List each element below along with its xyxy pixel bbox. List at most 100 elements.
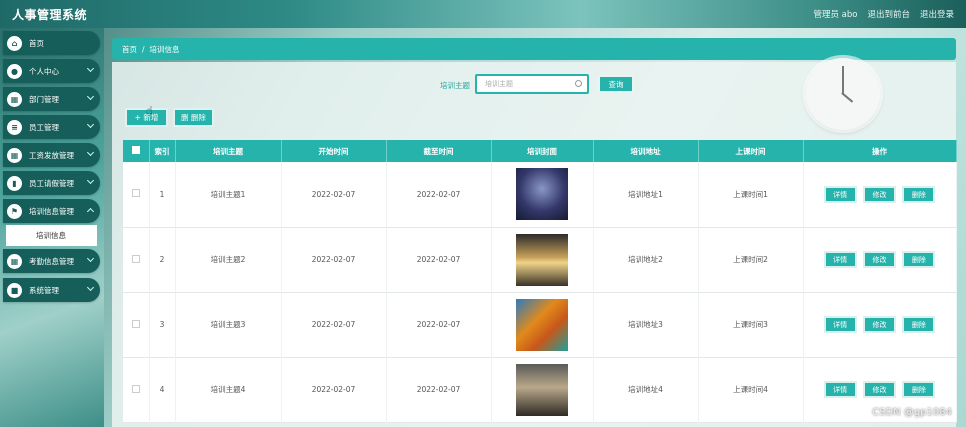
chevron-down-icon: [86, 283, 95, 292]
logout-link[interactable]: 退出登录: [920, 8, 954, 20]
column-header: 索引: [149, 140, 176, 162]
column-header: 培训地址: [593, 140, 699, 162]
search-button[interactable]: 查询: [598, 75, 634, 93]
edit-button[interactable]: 修改: [863, 185, 896, 203]
breadcrumb: 首页 / 培训信息: [112, 38, 956, 60]
detail-button[interactable]: 详情: [823, 316, 857, 333]
table-header-row: 索引 培训主题 开始时间 截至时间 培训封面 培训地址 上课时间 操作: [123, 140, 957, 162]
sidebar-item-home[interactable]: ⌂ 首页: [3, 31, 100, 55]
row-index: 2: [149, 227, 176, 292]
row-topic: 培训主题2: [175, 227, 282, 292]
row-checkbox[interactable]: [131, 189, 140, 198]
row-class-time: 上课时间1: [698, 162, 804, 227]
column-header: 上课时间: [698, 140, 804, 162]
flag-icon: ⚑: [7, 203, 22, 219]
admin-user-label[interactable]: 管理员 abo: [813, 8, 857, 20]
select-all-checkbox[interactable]: [123, 140, 150, 162]
table-row: 4 培训主题4 2022-02-07 2022-02-07 培训地址4 上课时间…: [123, 357, 957, 422]
row-index: 3: [149, 292, 176, 357]
edit-button[interactable]: 修改: [863, 381, 896, 398]
row-end-time: 2022-02-07: [386, 357, 492, 422]
row-end-time: 2022-02-07: [386, 292, 492, 357]
chevron-down-icon: [86, 176, 95, 185]
search-input[interactable]: 培训主题: [475, 74, 589, 94]
sidebar-item-label: 员工管理: [29, 122, 59, 132]
row-class-time: 上课时间3: [698, 292, 804, 357]
row-address: 培训地址2: [593, 227, 699, 292]
row-start-time: 2022-02-07: [281, 292, 387, 357]
sidebar-item-attendance[interactable]: ▦ 考勤信息管理: [3, 249, 100, 273]
sidebar-item-system[interactable]: ■ 系统管理: [3, 278, 100, 302]
breadcrumb-separator: /: [142, 44, 145, 54]
sidebar-subitem-training-info[interactable]: 培训信息: [6, 225, 97, 246]
row-topic: 培训主题3: [175, 292, 282, 357]
cover-image: [516, 363, 568, 416]
edit-button[interactable]: 修改: [863, 251, 896, 268]
column-header: 截至时间: [386, 140, 492, 162]
app-title: 人事管理系统: [12, 7, 88, 22]
row-delete-button[interactable]: 删除: [902, 381, 936, 398]
chevron-down-icon: [86, 148, 95, 157]
sidebar-item-label: 个人中心: [29, 66, 59, 76]
row-index: 1: [149, 162, 176, 227]
delete-button[interactable]: 删 删除: [173, 108, 214, 127]
row-start-time: 2022-02-07: [281, 227, 387, 292]
row-end-time: 2022-02-07: [386, 162, 492, 227]
column-header: 操作: [803, 140, 957, 162]
row-address: 培训地址4: [593, 357, 699, 422]
chevron-down-icon: [86, 120, 95, 129]
sidebar-item-label: 系统管理: [29, 285, 59, 295]
edit-button[interactable]: 修改: [863, 316, 896, 333]
row-end-time: 2022-02-07: [386, 227, 492, 292]
table-row: 3 培训主题3 2022-02-07 2022-02-07 培训地址3 上课时间…: [123, 292, 957, 357]
search-placeholder: 培训主题: [485, 80, 513, 88]
row-checkbox[interactable]: [131, 254, 140, 263]
data-table: 索引 培训主题 开始时间 截至时间 培训封面 培训地址 上课时间 操作 1 培训…: [123, 140, 957, 423]
sidebar-item-label: 员工请假管理: [29, 178, 74, 188]
home-icon: ⌂: [7, 35, 22, 51]
row-start-time: 2022-02-07: [281, 162, 387, 227]
row-delete-button[interactable]: 删除: [902, 316, 936, 333]
front-link[interactable]: 退出到前台: [867, 8, 910, 20]
row-address: 培训地址3: [593, 292, 699, 357]
detail-button[interactable]: 详情: [823, 381, 857, 398]
sidebar-item-salary[interactable]: ▦ 工资发放管理: [3, 143, 100, 167]
grid-icon: ▦: [7, 91, 22, 107]
top-bar: 人事管理系统 管理员 abo 退出到前台 退出登录: [0, 0, 966, 28]
clock-hand: [841, 92, 854, 103]
table-row: 2 培训主题2 2022-02-07 2022-02-07 培训地址2 上课时间…: [123, 227, 957, 292]
table-row: 1 培训主题1 2022-02-07 2022-02-07 培训地址1 上课时间…: [123, 162, 957, 227]
sidebar-item-label: 考勤信息管理: [29, 256, 74, 266]
list-icon: ≡: [7, 119, 22, 135]
detail-button[interactable]: 详情: [823, 251, 857, 268]
row-index: 4: [149, 357, 176, 422]
detail-button[interactable]: 详情: [823, 185, 857, 203]
sidebar-item-personal-center[interactable]: ● 个人中心: [3, 59, 100, 83]
chevron-up-icon: [86, 207, 95, 216]
top-right-links: 管理员 abo 退出到前台 退出登录: [813, 8, 954, 20]
breadcrumb-home[interactable]: 首页: [122, 44, 137, 55]
row-address: 培训地址1: [593, 162, 699, 227]
row-start-time: 2022-02-07: [281, 357, 387, 422]
column-header: 培训封面: [491, 140, 594, 162]
chevron-down-icon: [86, 64, 95, 73]
sidebar-item-label: 首页: [29, 38, 44, 48]
sidebar-item-department[interactable]: ▦ 部门管理: [3, 87, 100, 111]
search-icon: [575, 80, 582, 87]
watermark: CSDN @gp1084: [872, 407, 952, 418]
sidebar-item-employee[interactable]: ≡ 员工管理: [3, 115, 100, 139]
sidebar: ⌂ 首页 ● 个人中心 ▦ 部门管理 ≡ 员工管理 ▦ 工资发放管理 ▮ 员工请…: [0, 28, 104, 427]
row-delete-button[interactable]: 删除: [902, 185, 936, 203]
row-delete-button[interactable]: 删除: [902, 251, 936, 268]
column-header: 开始时间: [281, 140, 387, 162]
chevron-down-icon: [86, 92, 95, 101]
clock-hand: [842, 66, 844, 94]
square-icon: ■: [7, 282, 22, 298]
grid-icon: ▦: [7, 147, 22, 163]
row-checkbox[interactable]: [131, 384, 140, 393]
sidebar-item-training[interactable]: ⚑ 培训信息管理: [3, 199, 100, 223]
breadcrumb-current: 培训信息: [149, 44, 180, 54]
sidebar-item-label: 部门管理: [29, 94, 59, 104]
row-checkbox[interactable]: [131, 319, 140, 328]
sidebar-item-leave[interactable]: ▮ 员工请假管理: [3, 171, 100, 195]
